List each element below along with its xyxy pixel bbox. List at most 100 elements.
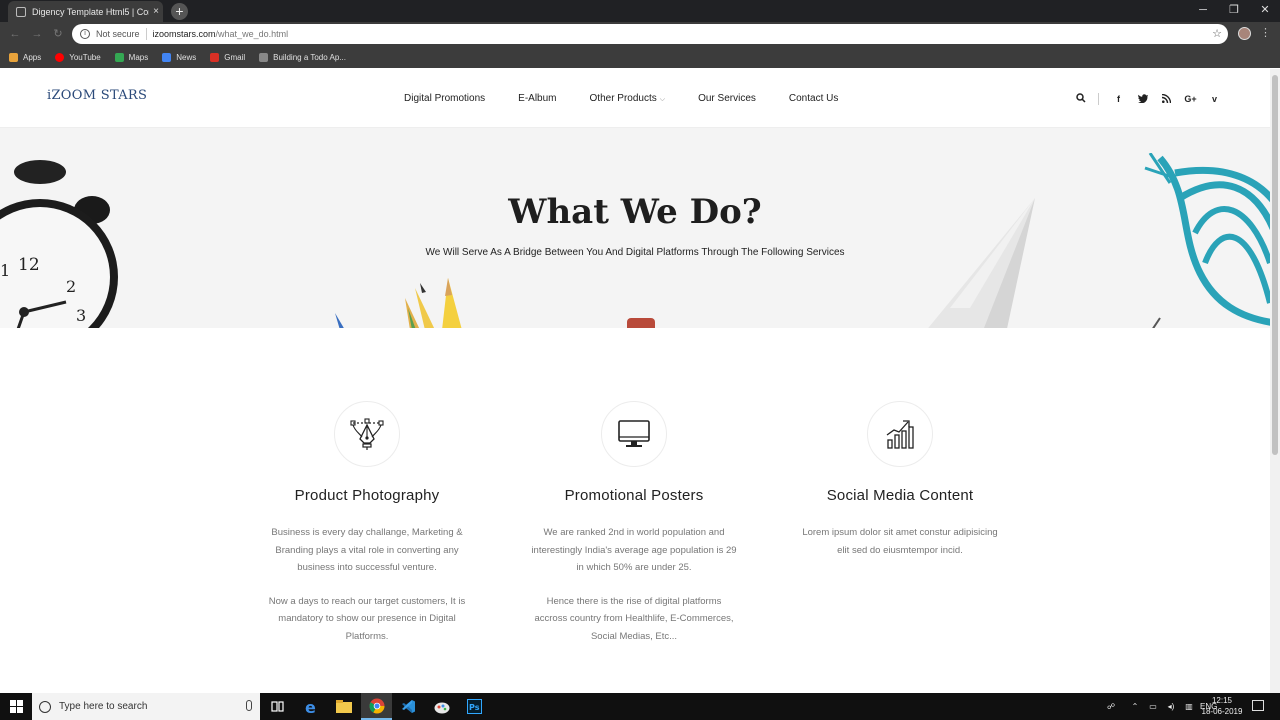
site-header: iZOOM STARS Digital Promotions E-Album O…: [0, 69, 1270, 128]
service-icon-wrapper: [601, 401, 667, 467]
gmail-icon: [210, 52, 220, 62]
bookmark-youtube[interactable]: YouTube: [55, 52, 101, 62]
file-explorer-icon[interactable]: [328, 693, 359, 720]
microphone-icon[interactable]: [246, 700, 252, 711]
windows-logo-icon: [9, 700, 23, 713]
google-plus-icon[interactable]: G+: [1184, 94, 1197, 104]
service-title: Promotional Posters: [564, 487, 704, 504]
twitter-icon[interactable]: [1136, 93, 1149, 105]
url-host: izoomstars.com: [152, 29, 216, 39]
back-arrow-icon[interactable]: ←: [8, 27, 22, 41]
service-title: Social Media Content: [826, 487, 974, 504]
taskbar-time: 12:15: [1211, 696, 1233, 705]
volume-icon[interactable]: ◂): [1164, 702, 1178, 711]
service-description: Business is every day challange, Marketi…: [271, 527, 463, 573]
eraser-image: [627, 318, 655, 328]
nav-other-products-label: Other Products: [589, 93, 657, 104]
network-icon[interactable]: ▭: [1146, 702, 1160, 711]
service-title: Product Photography: [294, 487, 440, 504]
forward-arrow-icon[interactable]: →: [30, 27, 44, 41]
browser-tab-strip: Digency Template Html5 | Conta × + ─ ❐ ✕: [0, 0, 1280, 22]
bookmark-apps[interactable]: Apps: [9, 52, 42, 62]
bookmark-label: News: [176, 52, 197, 62]
notification-center-icon[interactable]: [1252, 700, 1264, 711]
svg-text:3: 3: [76, 306, 86, 325]
bookmark-star-icon[interactable]: ☆: [1212, 27, 1222, 40]
photoshop-icon[interactable]: Ps: [459, 693, 490, 720]
service-description: Lorem ipsum dolor sit amet constur adipi…: [802, 527, 998, 556]
chevron-up-icon[interactable]: ⌃: [1128, 702, 1142, 711]
cortana-icon: [39, 700, 51, 713]
rss-icon[interactable]: [1160, 93, 1173, 105]
reload-icon[interactable]: ↻: [51, 27, 65, 41]
pen-tool-icon: [350, 418, 384, 450]
nav-contact-us[interactable]: Contact Us: [789, 93, 838, 104]
chevron-down-icon: ⌵: [659, 96, 666, 103]
profile-avatar[interactable]: [1238, 27, 1251, 40]
edge-browser-icon[interactable]: e: [296, 693, 327, 720]
vscode-icon[interactable]: [393, 693, 424, 720]
service-description: Hence there is the rise of digital platf…: [534, 595, 734, 642]
blue-rope-image: [1144, 153, 1270, 328]
scrollbar-thumb[interactable]: [1272, 75, 1278, 455]
browser-toolbar: ← → ↻ i Not secure izoomstars.com /what_…: [0, 22, 1280, 46]
info-icon[interactable]: i: [80, 29, 90, 39]
search-icon[interactable]: [1074, 93, 1087, 105]
chrome-browser-icon[interactable]: [361, 693, 392, 720]
people-icon[interactable]: ☍: [1104, 702, 1118, 711]
service-description: Now a days to reach our target customers…: [268, 595, 466, 642]
monitor-icon: [618, 420, 650, 447]
windows-taskbar: Type here to search e Ps ☍ ⌃ ▭ ◂) ▥ ENG …: [0, 693, 1280, 720]
vimeo-icon[interactable]: v: [1208, 94, 1221, 104]
taskbar-date: 18-06-2019: [1201, 707, 1243, 716]
bookmark-news[interactable]: News: [162, 52, 197, 62]
omnibox-divider: [145, 28, 147, 40]
browser-tab[interactable]: Digency Template Html5 | Conta ×: [8, 1, 163, 22]
service-card: Social Media Content Lorem ipsum dolor s…: [790, 401, 1010, 559]
bookmark-page-icon: [259, 52, 269, 62]
nav-digital-promotions[interactable]: Digital Promotions: [404, 93, 485, 104]
taskbar-clock[interactable]: 12:15 18-06-2019: [1200, 695, 1244, 717]
site-logo[interactable]: iZOOM STARS: [47, 88, 147, 103]
maps-icon: [114, 52, 124, 62]
new-tab-button[interactable]: +: [171, 3, 188, 20]
svg-text:Ps: Ps: [469, 703, 480, 712]
restore-button[interactable]: ❐: [1219, 0, 1249, 20]
web-page: iZOOM STARS Digital Promotions E-Album O…: [0, 69, 1270, 693]
bookmark-label: Maps: [128, 52, 149, 62]
bookmark-label: Apps: [23, 52, 42, 62]
apps-grid-icon: [9, 52, 18, 62]
growth-chart-icon: [886, 420, 914, 449]
taskbar-search-box[interactable]: Type here to search: [32, 693, 260, 720]
svg-text:e: e: [305, 699, 316, 715]
nav-other-products[interactable]: Other Products ⌵: [590, 93, 666, 104]
onedrive-icon[interactable]: ▥: [1182, 702, 1196, 711]
page-scrollbar[interactable]: [1270, 69, 1280, 693]
bookmark-label: Building a Todo Ap...: [273, 52, 346, 62]
svg-text:2: 2: [66, 277, 76, 296]
service-description: We are ranked 2nd in world population an…: [531, 527, 737, 573]
minimize-button[interactable]: ─: [1188, 0, 1218, 20]
browser-menu-icon[interactable]: ⋮: [1260, 26, 1271, 39]
taskbar-search-placeholder: Type here to search: [59, 701, 148, 712]
paint-app-icon[interactable]: [426, 693, 457, 720]
bookmark-maps[interactable]: Maps: [114, 52, 149, 62]
youtube-icon: [55, 52, 65, 62]
nav-our-services[interactable]: Our Services: [698, 93, 756, 104]
header-divider: [1098, 93, 1099, 105]
task-view-icon[interactable]: [262, 693, 293, 720]
bookmark-gmail[interactable]: Gmail: [210, 52, 245, 62]
address-bar[interactable]: i Not secure izoomstars.com /what_we_do.…: [72, 24, 1228, 44]
bookmark-todo[interactable]: Building a Todo Ap...: [259, 52, 346, 62]
site-favicon-icon: [16, 6, 26, 17]
main-nav: Digital Promotions E-Album Other Product…: [404, 93, 871, 104]
svg-text:12: 12: [18, 255, 40, 275]
facebook-icon[interactable]: f: [1112, 94, 1125, 104]
alarm-clock-image: 12 2 3 4 1: [0, 160, 118, 328]
nav-e-album[interactable]: E-Album: [518, 93, 556, 104]
windows-start-button[interactable]: [0, 693, 32, 720]
tab-close-button[interactable]: ×: [149, 6, 163, 17]
tab-title: Digency Template Html5 | Conta: [32, 6, 149, 17]
close-window-button[interactable]: ✕: [1250, 0, 1280, 20]
bookmarks-bar: Apps YouTube Maps News Gmail Building a …: [0, 46, 1280, 68]
